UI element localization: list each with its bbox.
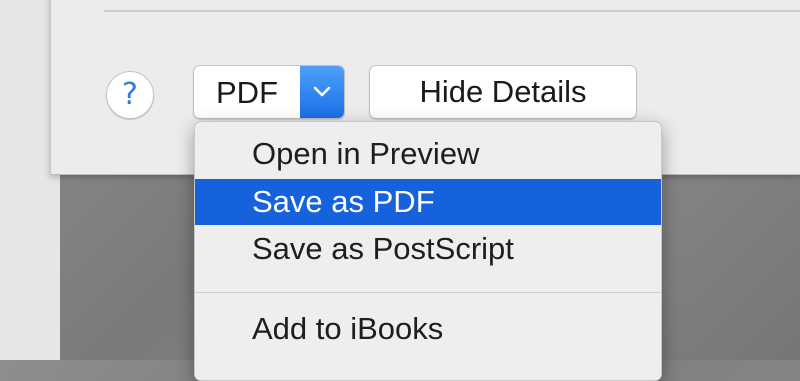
dialog-divider xyxy=(104,10,800,12)
help-button[interactable]: ? xyxy=(106,71,154,119)
chevron-down-icon xyxy=(313,86,331,97)
pdf-dropdown-arrow[interactable] xyxy=(300,66,344,118)
menu-item-save-as-postscript[interactable]: Save as PostScript xyxy=(195,226,661,272)
menu-item-save-as-pdf[interactable]: Save as PDF xyxy=(195,179,661,225)
menu-item-add-to-ibooks[interactable]: Add to iBooks xyxy=(195,306,661,352)
hide-details-button[interactable]: Hide Details xyxy=(369,65,637,119)
pdf-dropdown-menu: Open in Preview Save as PDF Save as Post… xyxy=(194,121,662,381)
menu-item-open-in-preview[interactable]: Open in Preview xyxy=(195,131,661,177)
pdf-button-label: PDF xyxy=(216,75,278,110)
question-mark-icon: ? xyxy=(122,77,138,112)
menu-separator xyxy=(195,292,661,293)
pdf-menu-button[interactable]: PDF xyxy=(193,65,345,119)
